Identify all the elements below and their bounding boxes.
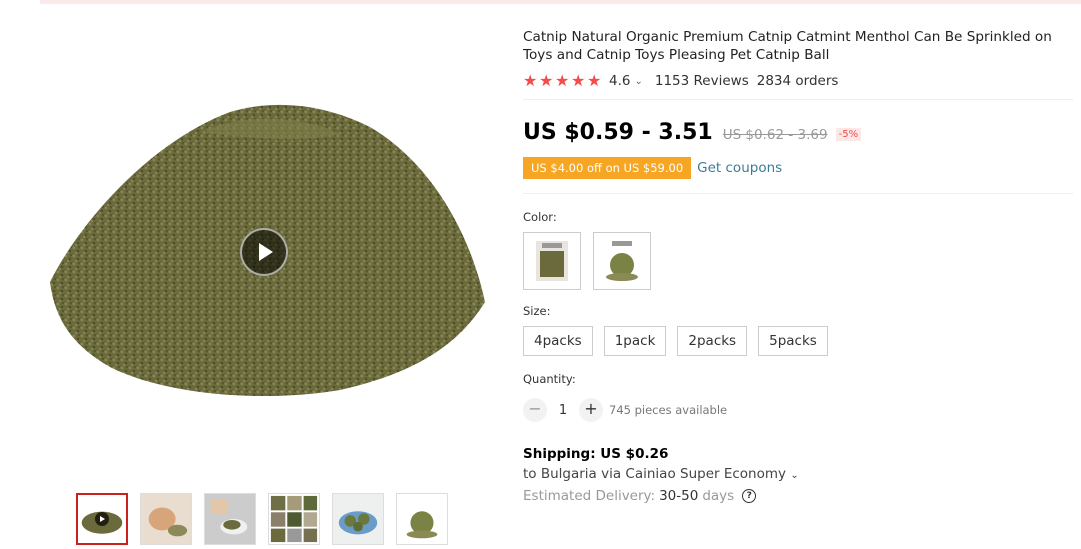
quantity-value[interactable]: 1	[547, 403, 579, 418]
color-option-catnip-bag[interactable]	[523, 232, 581, 290]
rating-value[interactable]: 4.6	[609, 73, 630, 89]
thumbnail-catnip-balls-plate[interactable]	[332, 493, 384, 545]
divider	[523, 193, 1073, 194]
top-bar	[40, 0, 1081, 4]
thumbnail-catnip-collage[interactable]	[268, 493, 320, 545]
product-title: Catnip Natural Organic Premium Catnip Ca…	[523, 29, 1052, 63]
color-option-catnip-ball[interactable]	[593, 232, 651, 290]
chevron-down-icon[interactable]: ⌄	[634, 76, 642, 87]
rating-row: ★ ★ ★ ★ ★ 4.6 ⌄ 1153 Reviews 2834 orders	[523, 71, 1073, 90]
rating-stars: ★ ★ ★ ★ ★	[523, 71, 602, 90]
delivery-days: 30-50	[659, 488, 699, 504]
main-product-image[interactable]	[40, 22, 492, 474]
play-icon	[259, 243, 273, 261]
pieces-available: 745 pieces available	[609, 403, 728, 417]
thumbnail-catnip-ball[interactable]	[396, 493, 448, 545]
size-label: Size:	[523, 304, 551, 318]
star-icon: ★	[571, 71, 586, 90]
delivery-unit: days	[702, 488, 735, 504]
size-option-5packs[interactable]: 5packs	[758, 326, 828, 356]
quantity-increase-button[interactable]: +	[579, 398, 603, 422]
star-icon: ★	[555, 71, 570, 90]
divider	[523, 99, 1073, 100]
product-info: Catnip Natural Organic Premium Catnip Ca…	[523, 28, 1073, 504]
reviews-link[interactable]: 1153 Reviews	[655, 73, 749, 89]
orders-count: 2834 orders	[756, 73, 839, 89]
discount-badge: -5%	[835, 128, 862, 141]
color-label: Color:	[523, 210, 557, 224]
estimated-delivery: Estimated Delivery: 30-50 days ?	[523, 488, 1073, 504]
thumbnail-catnip-pile[interactable]	[76, 493, 128, 545]
get-coupons-link[interactable]: Get coupons	[697, 160, 782, 176]
size-option-4packs[interactable]: 4packs	[523, 326, 593, 356]
quantity-stepper: − 1 + 745 pieces available	[523, 398, 1073, 422]
price-row: US $0.59 - 3.51 US $0.62 - 3.69 -5%	[523, 120, 1073, 145]
thumbnail-strip	[76, 493, 448, 545]
size-option-1pack[interactable]: 1pack	[603, 326, 667, 356]
star-icon: ★	[523, 71, 538, 90]
shipping-cost: Shipping: US $0.26	[523, 446, 669, 462]
help-icon[interactable]: ?	[742, 489, 757, 503]
quantity-label: Quantity:	[523, 372, 576, 386]
chevron-down-icon: ⌄	[790, 470, 799, 481]
current-price: US $0.59 - 3.51	[523, 120, 713, 145]
play-video-button[interactable]	[240, 228, 288, 276]
shipping-route[interactable]: to Bulgaria via Cainiao Super Economy ⌄	[523, 466, 1073, 482]
thumbnail-hand-with-catnip[interactable]	[204, 493, 256, 545]
size-option-2packs[interactable]: 2packs	[677, 326, 748, 356]
size-options: 4packs 1pack 2packs 5packs	[523, 326, 1073, 356]
coupon-badge[interactable]: US $4.00 off on US $59.00	[523, 157, 692, 179]
star-icon: ★	[587, 71, 602, 90]
shipping-route-text: to Bulgaria via Cainiao Super Economy	[523, 466, 787, 482]
quantity-decrease-button[interactable]: −	[523, 398, 547, 422]
delivery-label: Estimated Delivery:	[523, 488, 656, 504]
play-icon	[95, 512, 109, 526]
color-options	[523, 232, 1073, 290]
star-icon: ★	[539, 71, 554, 90]
coupon-row: US $4.00 off on US $59.00 Get coupons	[523, 157, 1073, 179]
original-price: US $0.62 - 3.69	[722, 127, 828, 143]
thumbnail-cat-with-catnip[interactable]	[140, 493, 192, 545]
